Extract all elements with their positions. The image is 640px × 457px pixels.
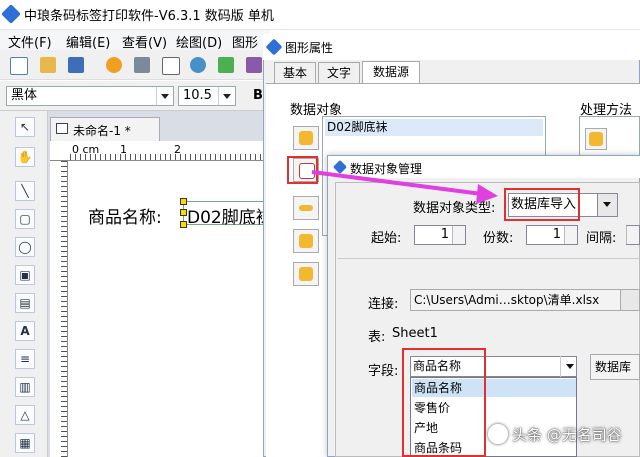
interval-spinner[interactable] bbox=[626, 225, 640, 245]
app-logo-icon bbox=[1, 4, 21, 24]
field-label: 字段: bbox=[368, 364, 399, 379]
list-item[interactable]: D02脚底袜 bbox=[325, 119, 543, 136]
save-icon[interactable] bbox=[68, 57, 84, 73]
data-object-type-label: 数据对象类型: bbox=[413, 201, 496, 216]
highlight-type-select bbox=[504, 188, 580, 221]
font-size-select[interactable]: 10.5 bbox=[178, 86, 236, 106]
image-tool-icon[interactable]: ▤ bbox=[15, 293, 35, 313]
menu-edit[interactable]: 编辑(E) bbox=[66, 32, 110, 51]
ruler-ticks bbox=[61, 161, 67, 457]
watermark-logo-icon bbox=[488, 424, 508, 444]
font-family-value: 黑体 bbox=[11, 88, 38, 103]
dialog-logo-icon bbox=[332, 159, 348, 175]
paragraph-tool-icon[interactable]: ≡ bbox=[15, 349, 35, 369]
copies-spinner[interactable]: 1 bbox=[526, 225, 578, 245]
menu-file[interactable]: 文件(F) bbox=[8, 32, 52, 51]
dialog-logo-icon bbox=[265, 38, 283, 56]
ellipse-tool-icon[interactable]: ◯ bbox=[15, 237, 35, 257]
copies-label: 份数: bbox=[483, 231, 514, 246]
start-label: 起始: bbox=[371, 231, 402, 246]
database-button[interactable]: 数据库 bbox=[590, 354, 640, 380]
highlight-edit-button bbox=[287, 156, 318, 184]
resize-handle[interactable] bbox=[180, 221, 187, 228]
pan-hand-icon[interactable]: ✋ bbox=[15, 147, 35, 167]
data-object-manager-title-bar[interactable]: 数据对象管理 bbox=[328, 156, 640, 178]
connection-path-field[interactable]: C:\Users\Admi…sktop\清单.xlsx bbox=[410, 289, 640, 311]
start-spinner[interactable]: 1 bbox=[414, 225, 466, 245]
horizontal-ruler: 0 cm 1 2 bbox=[50, 141, 270, 161]
database-icon[interactable] bbox=[190, 57, 206, 73]
connect-label: 连接: bbox=[368, 297, 399, 312]
ruler-ticks bbox=[70, 154, 270, 160]
resize-handle[interactable] bbox=[180, 209, 187, 216]
document-tab-label: 未命名-1 * bbox=[73, 124, 131, 138]
left-toolbox: ↖ ✋ ╲ ▢ ◯ ▣ ▤ A ≡ ▥ △ ▦ bbox=[0, 111, 48, 457]
triangle-tool-icon[interactable]: △ bbox=[15, 405, 35, 425]
arrow-down-icon bbox=[299, 267, 313, 281]
picture-tool-icon[interactable]: ▣ bbox=[15, 265, 35, 285]
line-tool-icon[interactable]: ╲ bbox=[15, 181, 35, 201]
remove-data-object-button[interactable] bbox=[293, 196, 319, 220]
qrcode-tool-icon[interactable]: ▦ bbox=[15, 433, 35, 453]
selected-object-text: D02脚底袜 bbox=[187, 208, 273, 228]
select-pointer-icon[interactable]: ↖ bbox=[15, 117, 35, 137]
open-folder-icon[interactable] bbox=[40, 57, 56, 73]
document-tab[interactable]: 未命名-1 * bbox=[50, 117, 160, 141]
dialog-title: 图形属性 bbox=[285, 41, 334, 55]
menu-bar: 文件(F) 编辑(E) 查看(V) 绘图(D) 图形 bbox=[0, 30, 270, 51]
dialog-title: 数据对象管理 bbox=[350, 162, 423, 176]
bold-button[interactable]: B bbox=[253, 88, 263, 103]
plus-icon bbox=[299, 131, 313, 145]
chevron-down-icon[interactable] bbox=[560, 356, 577, 377]
tab-text[interactable]: 文字 bbox=[318, 62, 360, 83]
rounded-rect-tool-icon[interactable]: ▢ bbox=[15, 209, 35, 229]
print-icon[interactable] bbox=[134, 57, 150, 73]
browse-connection-button[interactable] bbox=[620, 289, 640, 311]
chevron-down-icon[interactable] bbox=[597, 193, 618, 217]
divider bbox=[338, 258, 640, 259]
app-title-bar: 中琅条码标签打印软件-V6.3.1 数码版 单机 bbox=[0, 0, 640, 30]
format-toolbar: 黑体 10.5 B bbox=[0, 81, 270, 111]
menu-view[interactable]: 查看(V) bbox=[122, 32, 167, 51]
shape-properties-title-bar[interactable]: 图形属性 bbox=[263, 34, 640, 60]
watermark-text: 头条 @无名司谷 bbox=[512, 426, 622, 444]
menu-shape[interactable]: 图形 bbox=[232, 32, 258, 51]
text-tool-icon[interactable]: A bbox=[15, 321, 35, 341]
export-icon[interactable] bbox=[218, 57, 234, 73]
chevron-down-icon bbox=[156, 87, 173, 105]
add-process-button[interactable] bbox=[585, 128, 607, 150]
move-up-button[interactable] bbox=[293, 229, 319, 253]
move-down-button[interactable] bbox=[293, 262, 319, 286]
tab-basic[interactable]: 基本 bbox=[274, 62, 316, 83]
print-preview-icon[interactable] bbox=[162, 57, 180, 75]
arrow-up-icon bbox=[299, 234, 313, 248]
plus-icon bbox=[589, 132, 603, 146]
menu-draw[interactable]: 绘图(D) bbox=[176, 32, 222, 51]
table-label: 表: bbox=[368, 330, 386, 345]
label-static-text[interactable]: 商品名称: bbox=[88, 203, 162, 228]
resize-handle[interactable] bbox=[180, 198, 187, 205]
document-icon bbox=[56, 123, 68, 134]
settings-gear-icon[interactable] bbox=[106, 57, 122, 73]
font-size-value: 10.5 bbox=[183, 88, 212, 103]
main-toolbar bbox=[0, 50, 270, 80]
new-file-icon[interactable] bbox=[10, 57, 28, 75]
vertical-ruler bbox=[50, 161, 68, 457]
chevron-down-icon bbox=[218, 87, 235, 105]
add-data-object-button[interactable] bbox=[293, 126, 319, 150]
interval-label: 间隔: bbox=[586, 231, 617, 246]
app-title: 中琅条码标签打印软件-V6.3.1 数码版 单机 bbox=[24, 9, 274, 24]
tool-icon[interactable] bbox=[246, 57, 262, 73]
highlight-field-list bbox=[402, 348, 486, 457]
barcode-tool-icon[interactable]: ▥ bbox=[15, 377, 35, 397]
font-family-select[interactable]: 黑体 bbox=[6, 86, 174, 106]
minus-icon bbox=[299, 205, 313, 211]
tab-datasource[interactable]: 数据源 bbox=[362, 61, 420, 84]
table-value: Sheet1 bbox=[392, 326, 438, 341]
